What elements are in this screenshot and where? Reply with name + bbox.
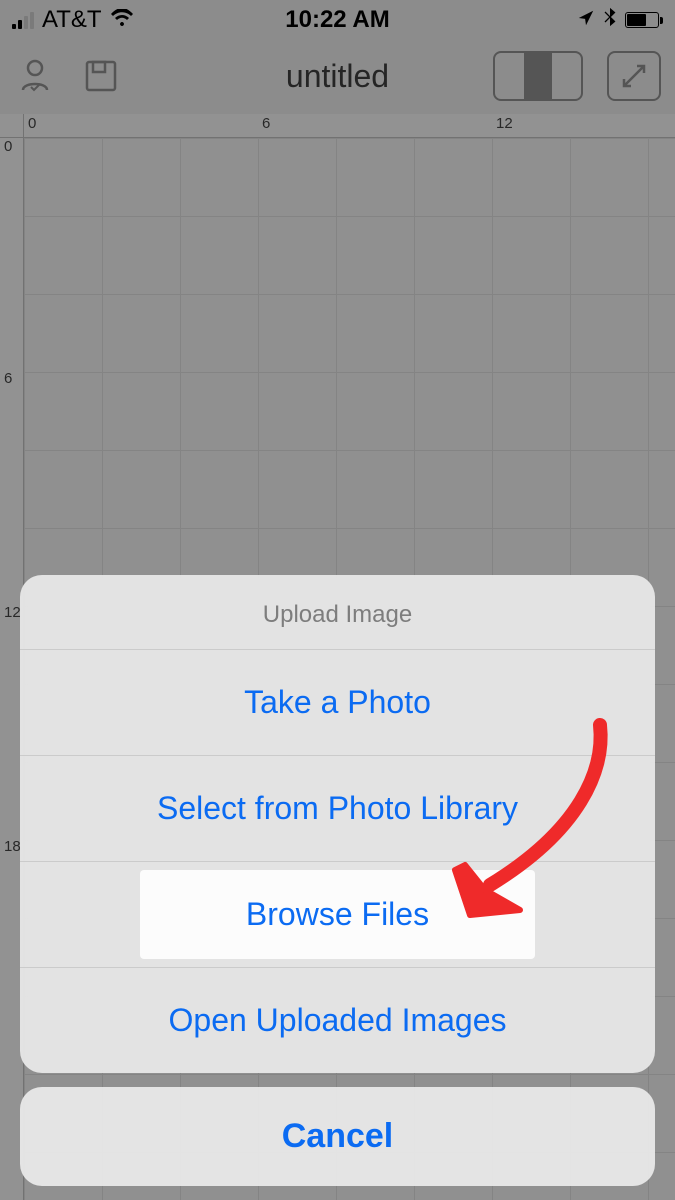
select-library-button[interactable]: Select from Photo Library	[20, 756, 655, 861]
sheet-title: Upload Image	[20, 575, 655, 649]
cancel-button[interactable]: Cancel	[20, 1087, 655, 1186]
take-photo-button[interactable]: Take a Photo	[20, 650, 655, 755]
browse-files-button[interactable]: Browse Files	[140, 870, 535, 959]
open-uploaded-button[interactable]: Open Uploaded Images	[20, 968, 655, 1073]
action-sheet: Upload Image Take a Photo Select from Ph…	[20, 575, 655, 1186]
